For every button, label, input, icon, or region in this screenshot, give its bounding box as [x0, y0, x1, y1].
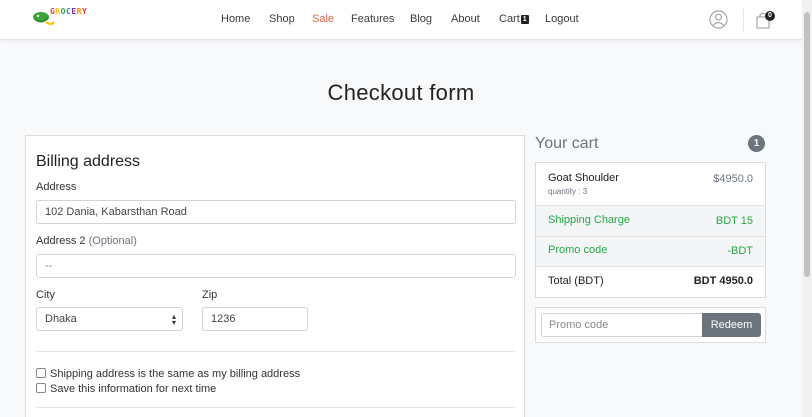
- form-divider: [36, 407, 515, 408]
- address2-field[interactable]: --: [36, 254, 516, 278]
- nav-sale[interactable]: Sale: [312, 13, 334, 25]
- nav-shop[interactable]: Shop: [269, 13, 295, 25]
- nav-divider: [743, 9, 744, 31]
- cart-summary-list: Goat Shoulder quantity : 3 $4950.0 Shipp…: [535, 162, 766, 298]
- scrollbar-thumb[interactable]: [804, 12, 810, 277]
- address2-label-text: Address 2: [36, 235, 86, 247]
- total-row: Total (BDT) BDT 4950.0: [536, 267, 765, 297]
- save-info-label: Save this information for next time: [50, 383, 217, 395]
- same-address-checkbox[interactable]: [36, 368, 46, 378]
- form-divider: [36, 351, 515, 352]
- save-info-option[interactable]: Save this information for next time: [36, 383, 216, 395]
- optional-hint: (Optional): [88, 235, 137, 247]
- logo-wordmark: GROCERY: [50, 7, 87, 16]
- nav-cart-label: Cart: [499, 13, 520, 25]
- promo-code-form: Promo code Redeem: [535, 307, 766, 343]
- zip-field[interactable]: 1236: [202, 307, 308, 331]
- cart-item-count-badge: 1: [748, 135, 765, 152]
- shipping-label: Shipping Charge: [548, 214, 630, 226]
- nav-home[interactable]: Home: [221, 13, 250, 25]
- promo-row: Promo code -BDT: [536, 237, 765, 267]
- redeem-button[interactable]: Redeem: [702, 313, 761, 337]
- top-navbar: GROCERY Home Shop Sale Features Blog Abo…: [0, 0, 802, 40]
- logo-letter: Y: [81, 7, 88, 16]
- cart-count-badge: 1: [520, 15, 529, 24]
- select-chevron-icon: ▴ ▾: [171, 312, 176, 327]
- page-scrollbar[interactable]: [802, 0, 812, 417]
- nav-about[interactable]: About: [451, 13, 480, 25]
- shipping-row: Shipping Charge BDT 15: [536, 206, 765, 237]
- promo-value: -BDT: [727, 245, 753, 257]
- nav-blog[interactable]: Blog: [410, 13, 432, 25]
- address-label: Address: [36, 181, 77, 193]
- total-value: BDT 4950.0: [693, 275, 753, 287]
- cart-item-price: $4950.0: [713, 173, 753, 185]
- address2-label: Address 2 (Optional): [36, 235, 137, 247]
- shipping-value: BDT 15: [715, 215, 753, 227]
- promo-label: Promo code: [548, 244, 608, 256]
- same-address-option[interactable]: Shipping address is the same as my billi…: [36, 368, 300, 380]
- promo-code-input[interactable]: Promo code: [541, 313, 703, 337]
- page-title: Checkout form: [327, 80, 475, 105]
- billing-card: Billing address Address 102 Dania, Kabar…: [25, 135, 525, 417]
- nav-features[interactable]: Features: [351, 13, 394, 25]
- cart-item-quantity: quantity : 3: [548, 187, 588, 196]
- cart-item-name: Goat Shoulder: [548, 172, 619, 184]
- cart-item-row: Goat Shoulder quantity : 3 $4950.0: [536, 163, 765, 206]
- nav-cart[interactable]: Cart 1: [499, 13, 529, 25]
- user-account-icon[interactable]: [709, 10, 728, 29]
- city-label: City: [36, 289, 55, 301]
- save-info-checkbox[interactable]: [36, 383, 46, 393]
- address-field[interactable]: 102 Dania, Kabarsthan Road: [36, 200, 516, 224]
- nav-logout[interactable]: Logout: [545, 13, 579, 25]
- total-label: Total (BDT): [548, 275, 604, 287]
- bag-count-badge: 0: [765, 11, 775, 21]
- city-select[interactable]: Dhaka ▴ ▾: [36, 307, 183, 331]
- zip-label: Zip: [202, 289, 218, 301]
- cart-title: Your cart: [535, 135, 599, 152]
- same-address-label: Shipping address is the same as my billi…: [50, 368, 301, 380]
- billing-title: Billing address: [36, 153, 141, 170]
- city-selected-value: Dhaka: [45, 313, 77, 325]
